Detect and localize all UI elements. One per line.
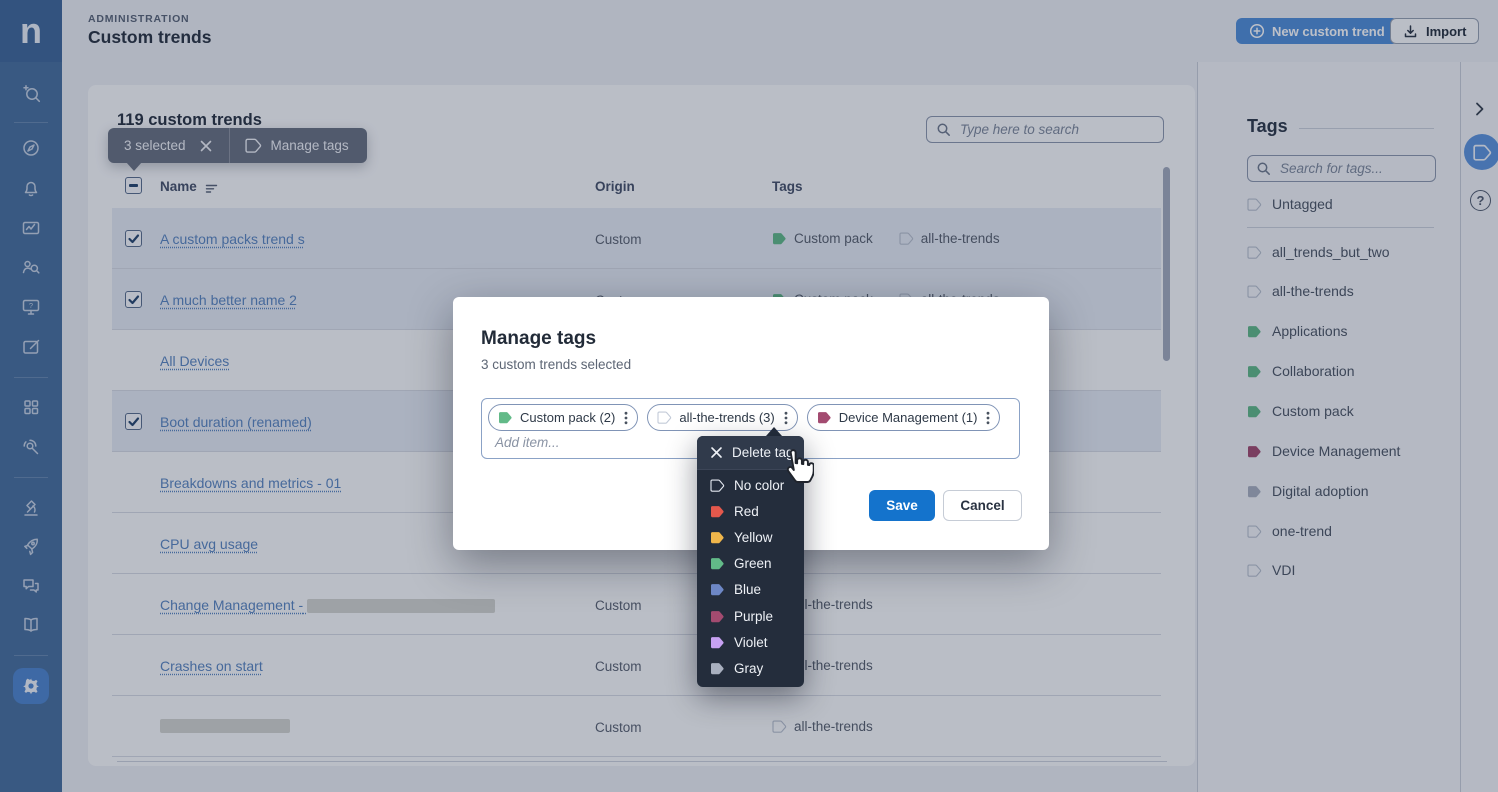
modal-subtitle: 3 custom trends selected — [481, 357, 631, 372]
add-tag-placeholder[interactable]: Add item... — [495, 435, 560, 450]
mouse-cursor — [776, 446, 814, 484]
color-option-red[interactable]: Red — [697, 498, 804, 524]
close-icon — [710, 446, 723, 459]
color-option-violet[interactable]: Violet — [697, 629, 804, 655]
modal-title: Manage tags — [481, 328, 596, 350]
dropdown-pointer — [766, 427, 782, 436]
tag-chip-editable[interactable]: Device Management (1) — [807, 404, 1001, 431]
kebab-menu-icon[interactable] — [782, 411, 790, 425]
color-option-blue[interactable]: Blue — [697, 576, 804, 602]
kebab-menu-icon[interactable] — [622, 411, 630, 425]
color-option-yellow[interactable]: Yellow — [697, 524, 804, 550]
chip-label: Device Management (1) — [839, 410, 978, 425]
color-option-gray[interactable]: Gray — [697, 655, 804, 681]
chip-label: Custom pack (2) — [520, 410, 615, 425]
cancel-button[interactable]: Cancel — [943, 490, 1022, 521]
save-button[interactable]: Save — [869, 490, 935, 521]
tag-chip-editable[interactable]: Custom pack (2) — [488, 404, 638, 431]
color-option-green[interactable]: Green — [697, 550, 804, 576]
kebab-menu-icon[interactable] — [984, 411, 992, 425]
color-option-purple[interactable]: Purple — [697, 603, 804, 629]
chip-label: all-the-trends (3) — [679, 410, 774, 425]
